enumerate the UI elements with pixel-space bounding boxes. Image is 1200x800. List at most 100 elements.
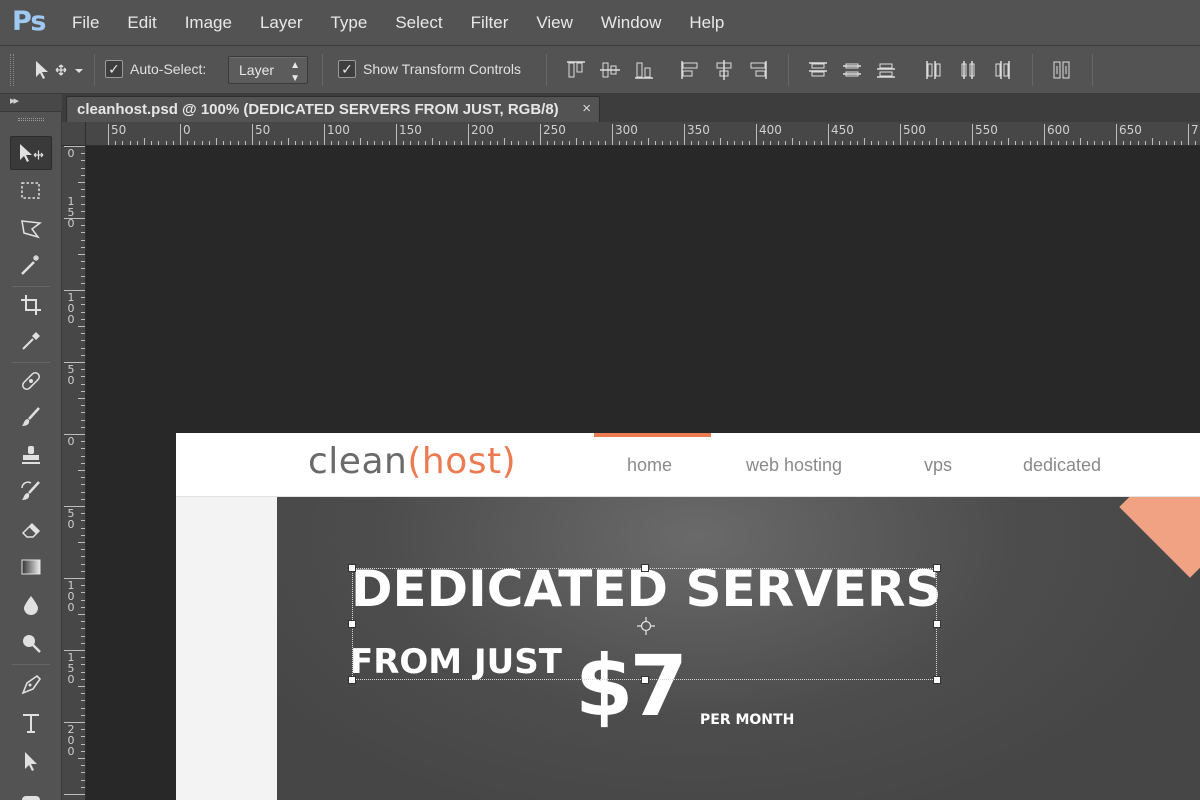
transform-bounding-box[interactable] <box>348 564 941 684</box>
ruler-label: 350 <box>687 123 710 137</box>
document-tab-title: cleanhost.psd @ 100% (DEDICATED SERVERS … <box>77 101 559 118</box>
move-tool[interactable] <box>10 136 52 170</box>
toolbox: ▸▸ <box>0 94 62 800</box>
distribute-horizontal-centers-icon[interactable] <box>956 58 980 82</box>
transform-handle[interactable] <box>348 676 356 684</box>
ruler-label: 650 <box>1119 123 1142 137</box>
menu-file[interactable]: File <box>58 0 113 46</box>
droplet-icon <box>24 596 38 615</box>
options-separator <box>322 54 323 86</box>
pen-tool[interactable] <box>10 668 52 702</box>
menu-type[interactable]: Type <box>316 0 381 46</box>
transform-handle[interactable] <box>933 564 941 572</box>
clone-stamp-tool[interactable] <box>10 438 52 472</box>
align-left-edges-icon[interactable] <box>678 58 702 82</box>
nav-vps: vps <box>924 455 953 475</box>
ruler-label-digit: 0 <box>67 518 75 531</box>
options-bar: ✓ Auto-Select: Layer ▲ ▼ ✓ Show Transform… <box>0 46 1200 94</box>
move-tool-icon <box>20 144 44 162</box>
history-brush-icon <box>21 481 40 500</box>
shape-tool[interactable] <box>10 782 52 800</box>
menu-help[interactable]: Help <box>675 0 738 46</box>
site-logo: clean(host) <box>308 441 516 482</box>
ruler-label: 600 <box>1047 123 1070 137</box>
document-tab-bar: cleanhost.psd @ 100% (DEDICATED SERVERS … <box>62 94 1200 122</box>
align-top-edges-icon[interactable] <box>564 58 588 82</box>
eyedropper-tool[interactable] <box>10 324 52 358</box>
marquee-tool[interactable] <box>10 174 52 208</box>
auto-select-label: Auto-Select: <box>130 61 207 77</box>
auto-align-layers-icon[interactable] <box>1050 58 1074 82</box>
auto-select-target-dropdown[interactable]: Layer ▲ ▼ <box>228 56 308 84</box>
brush-tool[interactable] <box>10 400 52 434</box>
brush-icon <box>22 407 40 426</box>
ruler-label: 450 <box>831 123 854 137</box>
lasso-tool[interactable] <box>10 212 52 246</box>
options-bar-grip[interactable] <box>10 54 14 86</box>
distribute-top-icon[interactable] <box>806 58 830 82</box>
tool-preset-picker[interactable] <box>30 55 90 85</box>
menu-view[interactable]: View <box>522 0 587 46</box>
transform-handle[interactable] <box>933 676 941 684</box>
align-bottom-edges-icon[interactable] <box>632 58 656 82</box>
ruler-label: 100 <box>66 580 76 613</box>
history-brush-tool[interactable] <box>10 474 52 508</box>
ruler-label-digit: 0 <box>67 745 75 758</box>
menu-filter[interactable]: Filter <box>457 0 523 46</box>
menu-select[interactable]: Select <box>381 0 456 46</box>
show-transform-controls-checkbox[interactable]: ✓ <box>338 60 356 78</box>
distribute-left-icon[interactable] <box>922 58 946 82</box>
blur-tool[interactable] <box>10 588 52 622</box>
canvas-area[interactable]: clean(host) home web hosting vps dedicat… <box>86 146 1200 800</box>
transform-handle[interactable] <box>348 620 356 628</box>
align-right-edges-icon[interactable] <box>746 58 770 82</box>
vertical-ruler-ticks <box>64 146 85 795</box>
menu-bar: Ps File Edit Image Layer Type Select Fil… <box>0 0 1200 46</box>
transform-center-point-icon[interactable] <box>637 617 655 635</box>
magic-wand-tool[interactable] <box>10 248 52 282</box>
eraser-tool[interactable] <box>10 512 52 546</box>
menu-items: File Edit Image Layer Type Select Filter… <box>58 0 738 46</box>
transform-handle[interactable] <box>641 676 649 684</box>
ruler-origin[interactable] <box>62 122 86 146</box>
toolbox-grip[interactable] <box>18 118 44 121</box>
close-tab-icon[interactable]: × <box>582 100 591 117</box>
vertical-ruler[interactable]: 0 150 100 50 0 50 100 150 200 <box>62 146 86 800</box>
transform-handle[interactable] <box>641 564 649 572</box>
ruler-label-digit: 0 <box>67 601 75 614</box>
crop-tool[interactable] <box>10 288 52 322</box>
align-vertical-centers-icon[interactable] <box>598 58 622 82</box>
transform-handle[interactable] <box>933 620 941 628</box>
menu-window[interactable]: Window <box>587 0 675 46</box>
ruler-label: 0 <box>183 123 191 137</box>
menu-image[interactable]: Image <box>171 0 246 46</box>
distribute-right-icon[interactable] <box>990 58 1014 82</box>
path-selection-tool[interactable] <box>10 744 52 778</box>
healing-brush-tool[interactable] <box>10 364 52 398</box>
transform-handle[interactable] <box>348 564 356 572</box>
menu-edit[interactable]: Edit <box>113 0 170 46</box>
ruler-label: 100 <box>327 123 350 137</box>
auto-select-checkbox[interactable]: ✓ <box>105 60 123 78</box>
bandage-icon <box>22 372 40 390</box>
checkmark-icon: ✓ <box>341 61 353 77</box>
type-tool[interactable] <box>10 706 52 740</box>
horizontal-ruler[interactable]: 50 0 50 100 150 200 250 300 350 400 450 … <box>86 122 1200 146</box>
dodge-tool[interactable] <box>10 626 52 660</box>
expand-arrows-icon[interactable]: ▸▸ <box>10 94 19 107</box>
ruler-label: 100 <box>66 292 76 325</box>
type-icon <box>23 714 39 733</box>
eyedropper-icon <box>22 332 40 350</box>
distribute-bottom-icon[interactable] <box>874 58 898 82</box>
distribute-vertical-centers-icon[interactable] <box>840 58 864 82</box>
document-tab[interactable]: cleanhost.psd @ 100% (DEDICATED SERVERS … <box>66 96 600 122</box>
menu-layer[interactable]: Layer <box>246 0 317 46</box>
crop-icon <box>21 295 41 315</box>
align-horizontal-centers-icon[interactable] <box>712 58 736 82</box>
gradient-tool[interactable] <box>10 550 52 584</box>
options-separator <box>1032 54 1033 86</box>
hero-corner-accent <box>1119 497 1200 578</box>
gradient-icon <box>21 559 41 575</box>
ruler-label: 500 <box>903 123 926 137</box>
toolbox-header[interactable]: ▸▸ <box>0 94 62 112</box>
